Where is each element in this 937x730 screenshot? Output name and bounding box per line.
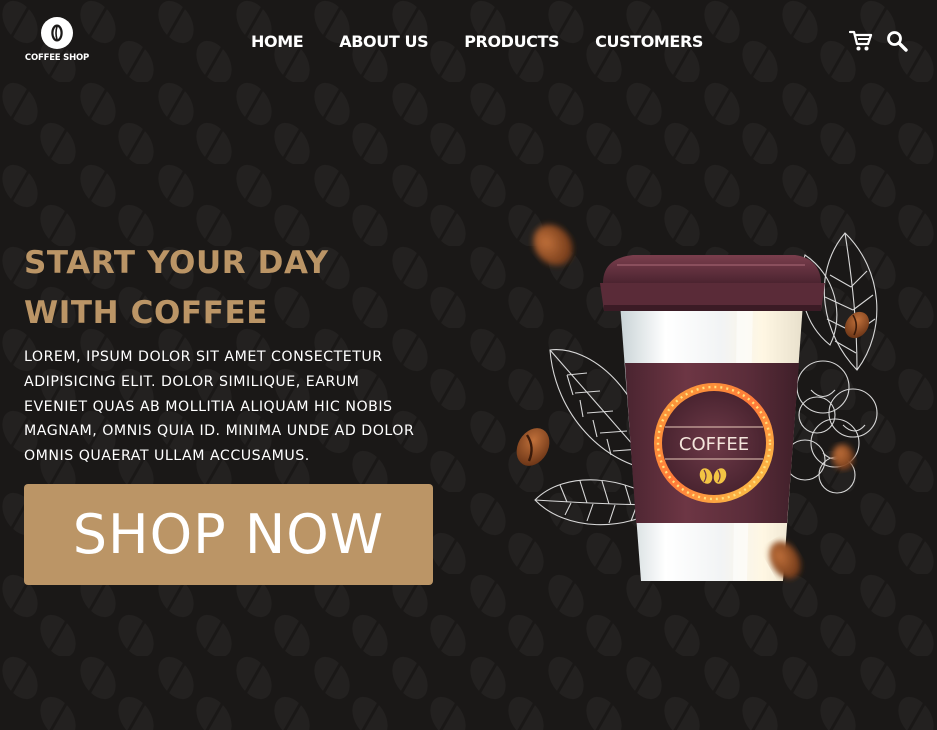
search-icon[interactable] [886, 30, 908, 52]
coffee-bean-icon [516, 428, 550, 466]
brand-logo[interactable]: COFFEE SHOP [24, 17, 90, 63]
nav-link-products[interactable]: PRODUCTS [464, 32, 559, 51]
coffee-bean-logo-icon [41, 17, 73, 49]
main-nav: HOME ABOUT US PRODUCTS CUSTOMERS [251, 32, 703, 51]
hero-description-line: MAGNAM, OMNIS QUIA ID. MINIMA UNDE AD DO… [24, 423, 415, 440]
cart-icon[interactable] [849, 30, 873, 52]
cup-label: COFFEE [679, 434, 749, 455]
nav-link-about-us[interactable]: ABOUT US [339, 32, 428, 51]
hero-title-line: START YOUR DAY [24, 245, 329, 281]
nav-link-customers[interactable]: CUSTOMERS [595, 32, 703, 51]
hero-title-line: WITH COFFEE [24, 295, 269, 331]
hero-description-line: EVENIET QUAS AB MOLLITIA ALIQUAM HIC NOB… [24, 398, 393, 415]
coffee-cup-illustration: COFFEE [516, 224, 878, 581]
coffee-bean-icon [533, 224, 573, 266]
site-header: COFFEE SHOP HOME ABOUT US PRODUCTS CUSTO… [0, 0, 937, 84]
nav-link-home[interactable]: HOME [251, 32, 304, 51]
hero-description-line: OMNIS QUAERAT ULLAM ACCUSAMUS. [24, 448, 310, 465]
brand-name: COFFEE SHOP [24, 53, 90, 63]
hero-description-line: ADIPISICING ELIT. DOLOR SIMILIQUE, EARUM [24, 373, 360, 390]
hero-title: START YOUR DAY WITH COFFEE [24, 238, 444, 338]
hero-description-line: LOREM, IPSUM DOLOR SIT AMET CONSECTETUR [24, 349, 383, 365]
coffee-bean-icon [844, 311, 870, 339]
hero-description: LOREM, IPSUM DOLOR SIT AMET CONSECTETUR … [24, 345, 464, 469]
shop-now-button[interactable]: SHOP NOW [24, 484, 433, 585]
